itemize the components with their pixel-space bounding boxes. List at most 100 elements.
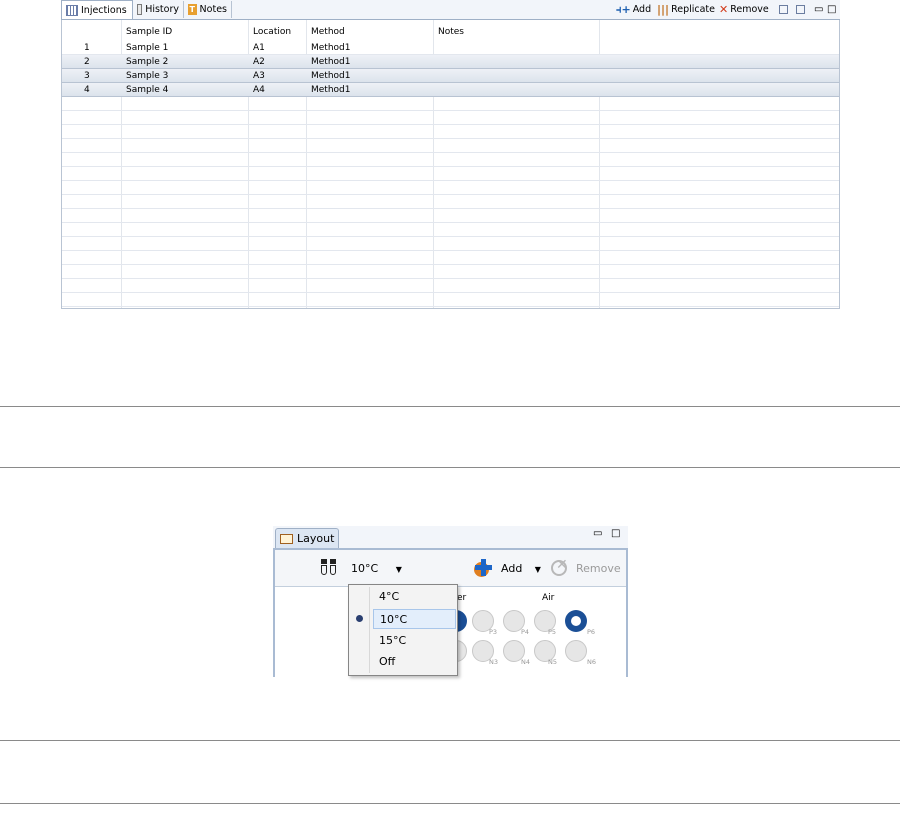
header-method[interactable]: Method <box>307 25 345 40</box>
menu-item-10c[interactable]: 10°C <box>373 609 456 629</box>
maximize-button[interactable]: □ <box>611 528 620 539</box>
divider-line <box>0 406 900 407</box>
well-n6[interactable] <box>565 640 587 662</box>
method-cell[interactable]: Method1 <box>307 83 350 97</box>
add-label: Add <box>501 562 523 575</box>
location-cell[interactable]: A1 <box>249 41 265 55</box>
replicate-button[interactable]: ||| Replicate <box>657 2 715 17</box>
well-label: N3 <box>489 658 498 666</box>
table-row[interactable]: 2 Sample 2 A2 Method1 <box>62 55 839 69</box>
injections-panel: Injections History T Notes ⫞+ Add ||| Re… <box>61 0 840 309</box>
empty-row[interactable] <box>62 167 839 181</box>
history-icon <box>137 4 143 15</box>
add-button[interactable]: ⫞+ Add <box>616 2 651 17</box>
table-header: Sample ID Location Method Notes <box>62 25 839 40</box>
layout-icon <box>280 533 293 544</box>
replicate-label: Replicate <box>671 4 716 15</box>
method-cell[interactable]: Method1 <box>307 55 350 69</box>
empty-row[interactable] <box>62 293 839 307</box>
collapse-all-button[interactable] <box>796 2 805 17</box>
sample-id-cell[interactable]: Sample 1 <box>122 41 168 55</box>
tab-injections[interactable]: Injections <box>61 0 133 19</box>
add-row-icon: ⫞+ <box>616 3 631 16</box>
expand-all-button[interactable] <box>779 2 788 17</box>
temperature-dropdown[interactable]: 10°C ▼ <box>351 562 402 575</box>
table-row[interactable]: 4 Sample 4 A4 Method1 <box>62 83 839 97</box>
empty-row[interactable] <box>62 195 839 209</box>
empty-row[interactable] <box>62 265 839 279</box>
location-cell[interactable]: A3 <box>249 69 265 83</box>
tab-notes[interactable]: T Notes <box>184 1 232 18</box>
table-row[interactable]: 1 Sample 1 A1 Method1 <box>62 41 839 55</box>
empty-row[interactable] <box>62 279 839 293</box>
empty-row[interactable] <box>62 153 839 167</box>
tab-history[interactable]: History <box>133 1 184 18</box>
notes-cell[interactable] <box>434 55 438 69</box>
injection-table: Sample ID Location Method Notes 1 Sample… <box>61 20 840 309</box>
header-sample-id[interactable]: Sample ID <box>122 25 172 40</box>
well-label: N5 <box>548 658 557 666</box>
collapse-icon <box>796 5 805 14</box>
empty-row[interactable] <box>62 111 839 125</box>
row-number: 4 <box>84 85 90 95</box>
sample-id-cell[interactable]: Sample 4 <box>122 83 168 97</box>
empty-row[interactable] <box>62 223 839 237</box>
tab-layout[interactable]: Layout <box>275 528 339 548</box>
divider-line <box>0 803 900 804</box>
header-location[interactable]: Location <box>249 25 291 40</box>
notes-icon: T <box>188 4 197 15</box>
empty-row[interactable] <box>62 125 839 139</box>
menu-item-off[interactable]: Off <box>373 652 456 672</box>
minimize-icon: ▭ <box>593 528 603 539</box>
add-button[interactable]: Add ▼ <box>501 562 541 575</box>
table-row[interactable]: 3 Sample 3 A3 Method1 <box>62 69 839 83</box>
sample-id-cell[interactable]: Sample 3 <box>122 69 168 83</box>
well-label: P6 <box>587 628 596 636</box>
location-cell[interactable]: A2 <box>249 55 265 69</box>
empty-row[interactable] <box>62 209 839 223</box>
tab-label: Injections <box>81 4 127 16</box>
chevron-down-icon: ▼ <box>534 565 541 574</box>
method-cell[interactable]: Method1 <box>307 41 350 55</box>
expand-icon <box>779 5 788 14</box>
tray-icon <box>320 559 338 576</box>
maximize-button[interactable]: □ <box>827 2 836 17</box>
layout-panel: Layout ▭ □ 10°C ▼ Add ▼ ✕ Remove er Air … <box>273 526 628 677</box>
tab-label: History <box>145 4 179 15</box>
replicate-icon: ||| <box>657 3 670 16</box>
maximize-icon: □ <box>611 528 621 539</box>
remove-button[interactable]: ✕ Remove <box>719 2 769 17</box>
notes-cell[interactable] <box>434 83 438 97</box>
location-cell[interactable]: A4 <box>249 83 265 97</box>
empty-row[interactable] <box>62 237 839 251</box>
empty-row[interactable] <box>62 139 839 153</box>
minimize-button[interactable]: ▭ <box>593 528 602 539</box>
sample-id-cell[interactable]: Sample 2 <box>122 55 168 69</box>
well-label: P4 <box>521 628 530 636</box>
notes-cell[interactable] <box>434 41 438 55</box>
temperature-value: 10°C <box>351 562 379 575</box>
method-cell[interactable]: Method1 <box>307 69 350 83</box>
header-notes[interactable]: Notes <box>434 25 464 40</box>
menu-item-4c[interactable]: 4°C <box>373 587 456 607</box>
remove-plate-icon: ✕ <box>551 557 571 578</box>
radio-selected-icon <box>356 615 363 622</box>
remove-button[interactable]: Remove <box>576 562 621 575</box>
empty-row[interactable] <box>62 251 839 265</box>
minimize-button[interactable]: ▭ <box>814 2 823 17</box>
air-label: Air <box>542 593 555 603</box>
notes-cell[interactable] <box>434 69 438 83</box>
remove-label: Remove <box>576 562 621 575</box>
row-number: 3 <box>84 71 90 81</box>
divider-line <box>0 467 900 468</box>
empty-row[interactable] <box>62 97 839 111</box>
well-label: N6 <box>587 658 596 666</box>
remove-label: Remove <box>730 4 769 15</box>
well-p6[interactable] <box>565 610 587 632</box>
menu-item-15c[interactable]: 15°C <box>373 631 456 651</box>
well-label: P3 <box>489 628 498 636</box>
menu-gutter <box>369 587 370 673</box>
tab-bar: Injections History T Notes ⫞+ Add ||| Re… <box>61 0 840 20</box>
well-label: N4 <box>521 658 530 666</box>
empty-row[interactable] <box>62 181 839 195</box>
